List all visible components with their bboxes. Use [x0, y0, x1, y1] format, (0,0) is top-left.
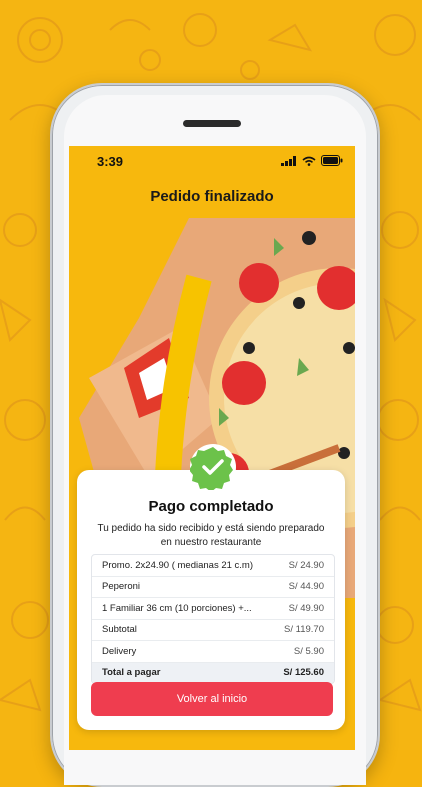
item-value: S/ 49.90	[288, 602, 324, 614]
item-label: Promo. 2x24.90 ( medianas 21 c.m)	[102, 559, 254, 571]
card-title: Pago completado	[148, 498, 274, 515]
wifi-icon	[302, 156, 316, 166]
subtotal-label: Subtotal	[102, 624, 137, 636]
success-check-icon	[190, 444, 236, 490]
battery-icon	[321, 155, 343, 166]
item-label: Peperoni	[102, 581, 141, 593]
subtotal-value: S/ 119.70	[284, 624, 324, 636]
item-label: 1 Familiar 36 cm (10 porciones) +...	[102, 602, 252, 614]
total-label: Total a pagar	[102, 667, 161, 679]
payment-summary-card: Pago completado Tu pedido ha sido recibi…	[77, 470, 345, 730]
status-icons	[281, 155, 343, 166]
item-value: S/ 24.90	[288, 559, 324, 571]
item-value: S/ 44.90	[288, 581, 324, 593]
signal-icon	[281, 155, 296, 166]
status-time: 3:39	[97, 154, 124, 169]
delivery-value: S/ 5.90	[293, 645, 324, 657]
order-summary-table: Promo. 2x24.90 ( medianas 21 c.m) S/ 24.…	[91, 554, 335, 684]
table-row: Peperoni S/ 44.90	[92, 577, 334, 598]
page-title: Pedido finalizado	[150, 188, 274, 205]
table-row: Promo. 2x24.90 ( medianas 21 c.m) S/ 24.…	[92, 555, 334, 577]
back-home-button[interactable]: Volver al inicio	[91, 682, 333, 716]
phone-speaker	[183, 120, 241, 127]
subtotal-row: Subtotal S/ 119.70	[92, 620, 334, 641]
card-subtitle: Tu pedido ha sido recibido y está siendo…	[97, 523, 325, 548]
delivery-label: Delivery	[102, 645, 137, 657]
table-row: 1 Familiar 36 cm (10 porciones) +... S/ …	[92, 598, 334, 620]
delivery-row: Delivery S/ 5.90	[92, 641, 334, 663]
total-row: Total a pagar S/ 125.60	[92, 662, 334, 683]
total-value: S/ 125.60	[283, 667, 324, 679]
app-screen: 3:39 Pedido finalizado Pago completado T…	[69, 146, 355, 750]
